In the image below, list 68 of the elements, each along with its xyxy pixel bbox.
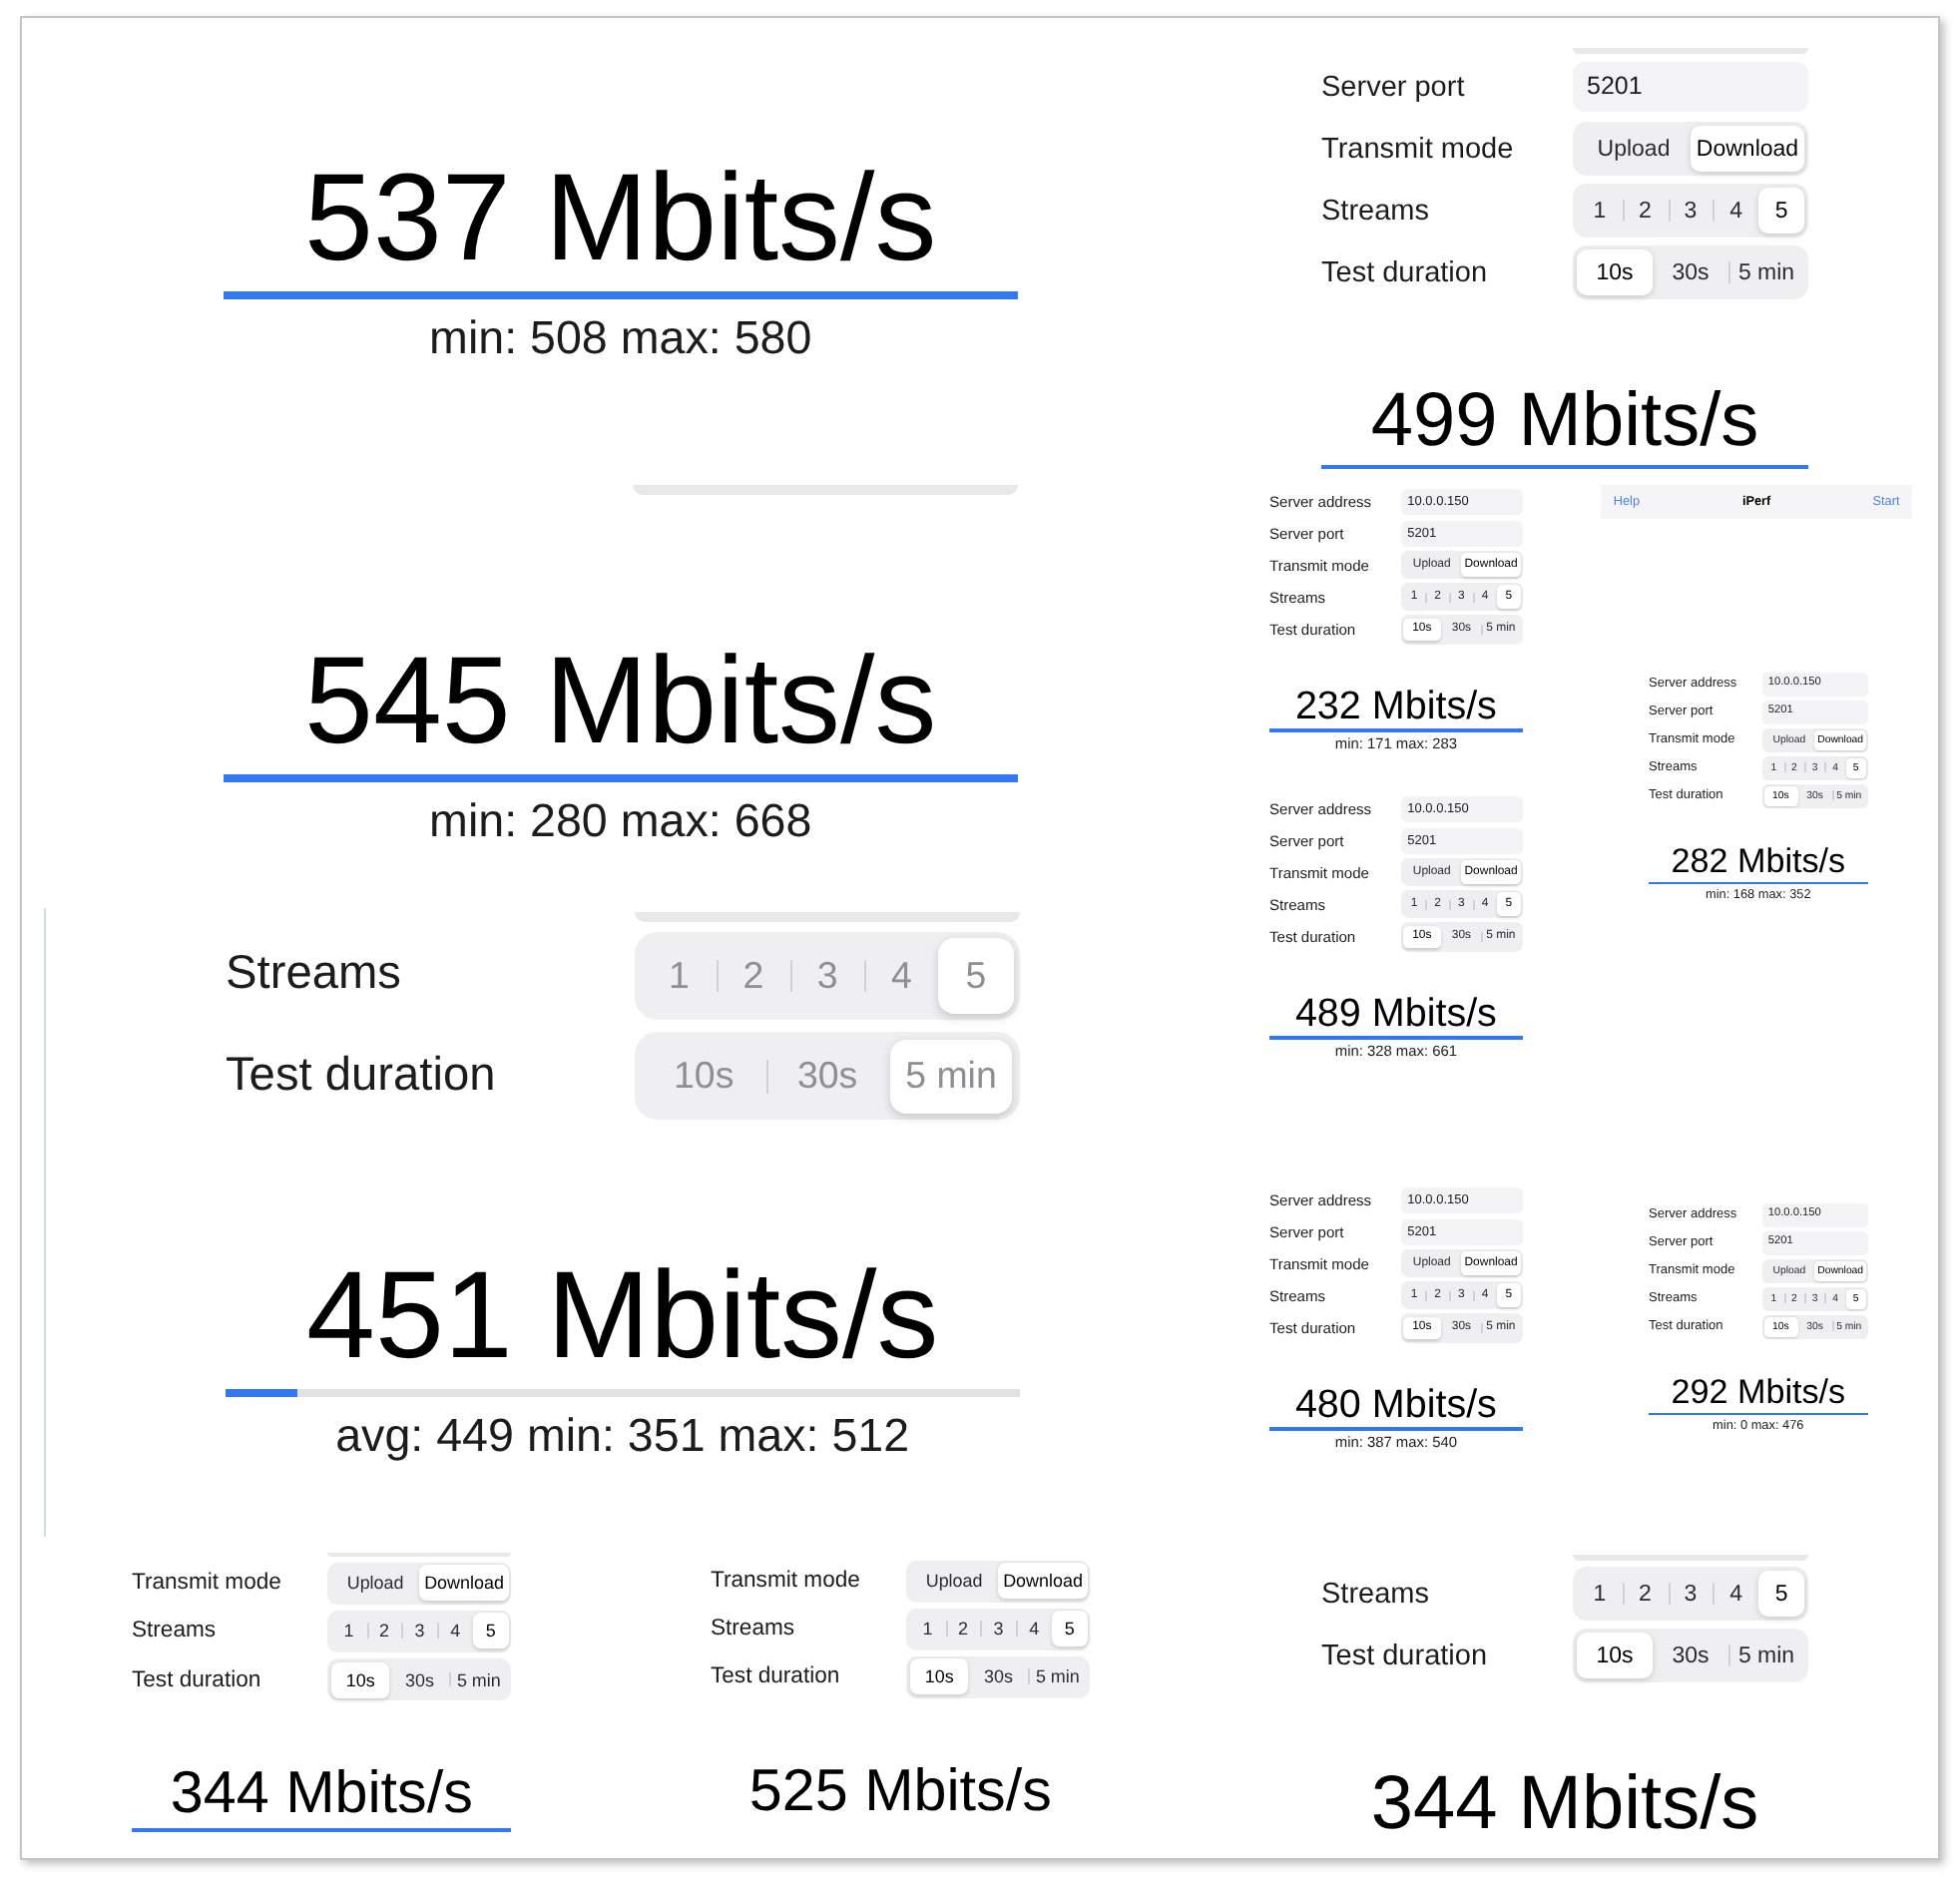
segment-button[interactable]: 3 (401, 1613, 438, 1649)
segment-button[interactable]: 5 (1758, 188, 1804, 234)
segment-button[interactable]: 1 (909, 1611, 946, 1647)
speed-reading: 499 Mbits/s (1370, 376, 1759, 464)
speed-reading: 344 Mbits/s (1370, 1759, 1759, 1847)
text-field[interactable]: 5201 (1573, 62, 1808, 112)
setting-label: Test duration (1321, 1640, 1488, 1671)
segment-button[interactable]: 2 (945, 1611, 981, 1647)
setting-label: Test duration (711, 1664, 840, 1689)
segment-button[interactable]: 5 min (1728, 249, 1804, 295)
segment-button[interactable]: 3 (980, 1611, 1017, 1647)
segment-button[interactable]: 2 (366, 1613, 402, 1649)
segment-button[interactable]: 10s (330, 1661, 390, 1697)
segment-button[interactable]: 4 (1713, 1571, 1759, 1617)
segment-button[interactable]: 5 min (449, 1661, 509, 1697)
setting-label: Test duration (132, 1667, 261, 1692)
speed-reading: 489 Mbits/s (1294, 991, 1497, 1037)
segment-button[interactable]: 4 (437, 1613, 473, 1649)
speed-reading: 545 Mbits/s (304, 631, 937, 774)
segment-button[interactable]: 4 (1713, 188, 1759, 234)
segment-button[interactable]: 10s (1577, 1633, 1653, 1678)
segment-button[interactable]: Upload (330, 1565, 420, 1602)
segment-button[interactable]: 1 (1577, 188, 1623, 234)
speed-reading: 537 Mbits/s (304, 148, 937, 291)
stats-text: min: 280 max: 668 (429, 794, 812, 850)
segment-button[interactable]: 1 (330, 1613, 367, 1649)
setting-label: Streams (132, 1619, 217, 1644)
segment-button[interactable]: Upload (909, 1563, 999, 1600)
segment-button[interactable]: Download (419, 1565, 509, 1602)
setting-label: Server port (1321, 71, 1465, 103)
speed-reading: 344 Mbits/s (170, 1760, 473, 1829)
segment-button[interactable]: 30s (968, 1658, 1029, 1695)
segment-button[interactable]: Upload (1577, 126, 1691, 172)
segment-button[interactable]: 5 min (1028, 1658, 1088, 1695)
setting-label: Streams (1321, 195, 1429, 227)
setting-label: Transmit mode (1321, 133, 1514, 165)
setting-label: Transmit mode (132, 1571, 281, 1596)
segment-button[interactable]: 5 (1051, 1611, 1088, 1647)
segment-button[interactable]: 1 (1577, 1571, 1623, 1617)
segment-button[interactable]: 5 (472, 1613, 509, 1649)
segment-button[interactable]: Download (1691, 126, 1804, 172)
setting-label: Streams (1321, 1578, 1429, 1610)
stats-text: min: 508 max: 580 (429, 311, 812, 367)
segment-button[interactable]: 10s (909, 1658, 969, 1695)
stats-text: avg: 449 min: 351 max: 512 (335, 1409, 910, 1466)
speed-reading: 480 Mbits/s (1294, 1382, 1497, 1428)
speed-reading: 451 Mbits/s (306, 1245, 939, 1389)
segment-button[interactable]: 4 (1016, 1611, 1052, 1647)
speed-reading: 525 Mbits/s (748, 1757, 1052, 1827)
speed-reading: 292 Mbits/s (1671, 1373, 1846, 1413)
segment-button[interactable]: 10s (1577, 249, 1653, 295)
segment-button[interactable]: 5 (1758, 1571, 1804, 1617)
setting-label: Transmit mode (711, 1569, 860, 1594)
segment-button[interactable]: 30s (1653, 249, 1728, 295)
segment-button[interactable]: 3 (1668, 188, 1714, 234)
segment-button[interactable]: 5 min (1728, 1633, 1804, 1678)
setting-label: Test duration (226, 1049, 496, 1104)
segment-button[interactable]: 2 (1622, 1571, 1669, 1617)
speed-reading: 282 Mbits/s (1671, 842, 1846, 882)
segment-button[interactable]: 2 (1622, 188, 1669, 234)
setting-label: Streams (226, 948, 401, 1003)
setting-label: Test duration (1321, 256, 1488, 288)
segment-button[interactable]: 3 (1668, 1571, 1714, 1617)
setting-label: Streams (711, 1617, 795, 1642)
segment-button[interactable]: Download (998, 1563, 1088, 1600)
segment-button[interactable]: 30s (389, 1661, 450, 1697)
speed-reading: 232 Mbits/s (1294, 684, 1497, 729)
segment-button[interactable]: 30s (1653, 1633, 1728, 1678)
